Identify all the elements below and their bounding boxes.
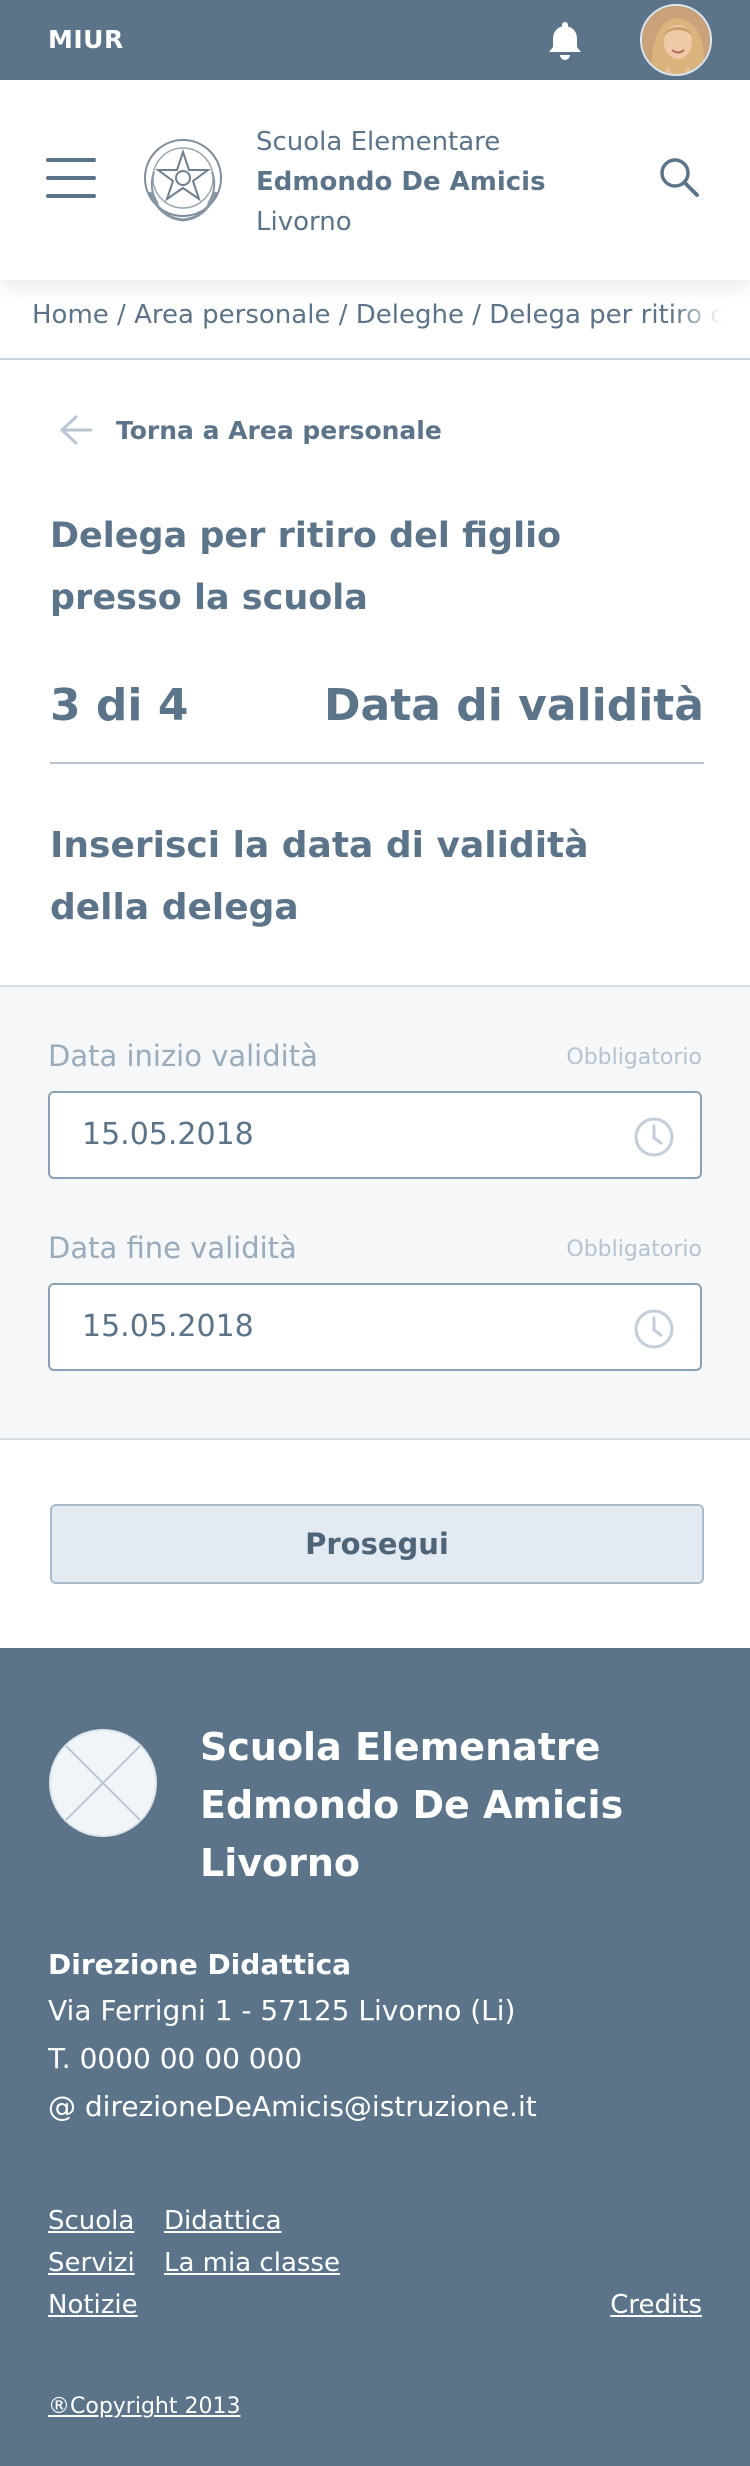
school-city: Livorno [256, 207, 352, 237]
step-instruction: Inserisci la data di validità della dele… [50, 825, 589, 928]
end-date-value: 15.05.2018 [82, 1309, 254, 1344]
school-title: Edmondo De Amicis [256, 167, 546, 197]
end-date-required: Obbligatorio [566, 1237, 702, 1262]
date-form: Data inizio validità Obbligatorio 15.05.… [0, 985, 750, 1440]
search-icon[interactable] [656, 154, 702, 200]
top-bar: MIUR [0, 0, 750, 80]
user-avatar[interactable] [640, 4, 712, 76]
site-header: Scuola Elementare Edmondo De Amicis Livo… [0, 80, 750, 280]
hamburger-icon[interactable] [46, 158, 96, 198]
footer-link-scuola[interactable]: Scuola [48, 2206, 134, 2236]
end-date-field[interactable]: 15.05.2018 [48, 1283, 702, 1371]
site-footer: Scuola Elemenatre Edmondo De Amicis Livo… [0, 1648, 750, 2466]
school-logo-placeholder-icon [48, 1728, 158, 1838]
start-date-value: 15.05.2018 [82, 1117, 254, 1152]
footer-school-city: Livorno [200, 1841, 361, 1885]
footer-link-credits[interactable]: Credits [610, 2290, 702, 2320]
footer-link-didattica[interactable]: Didattica [164, 2206, 282, 2236]
start-date-required: Obbligatorio [566, 1045, 702, 1070]
footer-address: Via Ferrigni 1 - 57125 Livorno (Li) [48, 1994, 516, 2027]
footer-direction-title: Direzione Didattica [48, 1948, 352, 1981]
school-type: Scuola Elementare [256, 127, 501, 157]
clock-icon[interactable] [632, 1115, 676, 1159]
end-date-label: Data fine validità [48, 1231, 297, 1265]
breadcrumb-divider [0, 358, 750, 360]
school-name[interactable]: Scuola Elementare Edmondo De Amicis Livo… [256, 122, 546, 242]
start-date-label: Data inizio validità [48, 1039, 318, 1073]
arrow-left-icon [60, 415, 93, 445]
back-link[interactable]: Torna a Area personale [58, 410, 442, 450]
footer-school-type: Scuola Elemenatre [200, 1725, 601, 1769]
start-date-field[interactable]: 15.05.2018 [48, 1091, 702, 1179]
step-indicator: 3 di 4 Data di validità [50, 680, 704, 731]
italian-republic-emblem [140, 132, 226, 226]
step-name: Data di validità [324, 680, 704, 731]
footer-link-servizi[interactable]: Servizi [48, 2248, 135, 2278]
step-divider [50, 762, 704, 764]
footer-link-la-mia-classe[interactable]: La mia classe [164, 2248, 340, 2278]
page-title: Delega per ritiro del figlio presso la s… [50, 516, 562, 618]
clock-icon[interactable] [632, 1307, 676, 1351]
footer-phone: T. 0000 00 00 000 [48, 2042, 303, 2075]
breadcrumb: Home / Area personale / Deleghe / Delega… [32, 300, 722, 340]
continue-button[interactable]: Prosegui [50, 1504, 704, 1584]
bell-icon[interactable] [540, 16, 590, 66]
footer-email[interactable]: @ direzioneDeAmicis@istruzione.it [48, 2090, 537, 2123]
footer-school-title: Edmondo De Amicis [200, 1783, 624, 1827]
footer-copyright[interactable]: ®Copyright 2013 [48, 2394, 240, 2419]
step-number: 3 di 4 [50, 680, 189, 731]
brand-label[interactable]: MIUR [48, 25, 124, 54]
footer-school-name: Scuola Elemenatre Edmondo De Amicis Livo… [200, 1718, 623, 1892]
back-link-label: Torna a Area personale [116, 415, 442, 445]
footer-link-notizie[interactable]: Notizie [48, 2290, 138, 2320]
breadcrumb-text[interactable]: Home / Area personale / Deleghe / Delega… [32, 300, 722, 330]
breadcrumb-fade [672, 300, 722, 340]
